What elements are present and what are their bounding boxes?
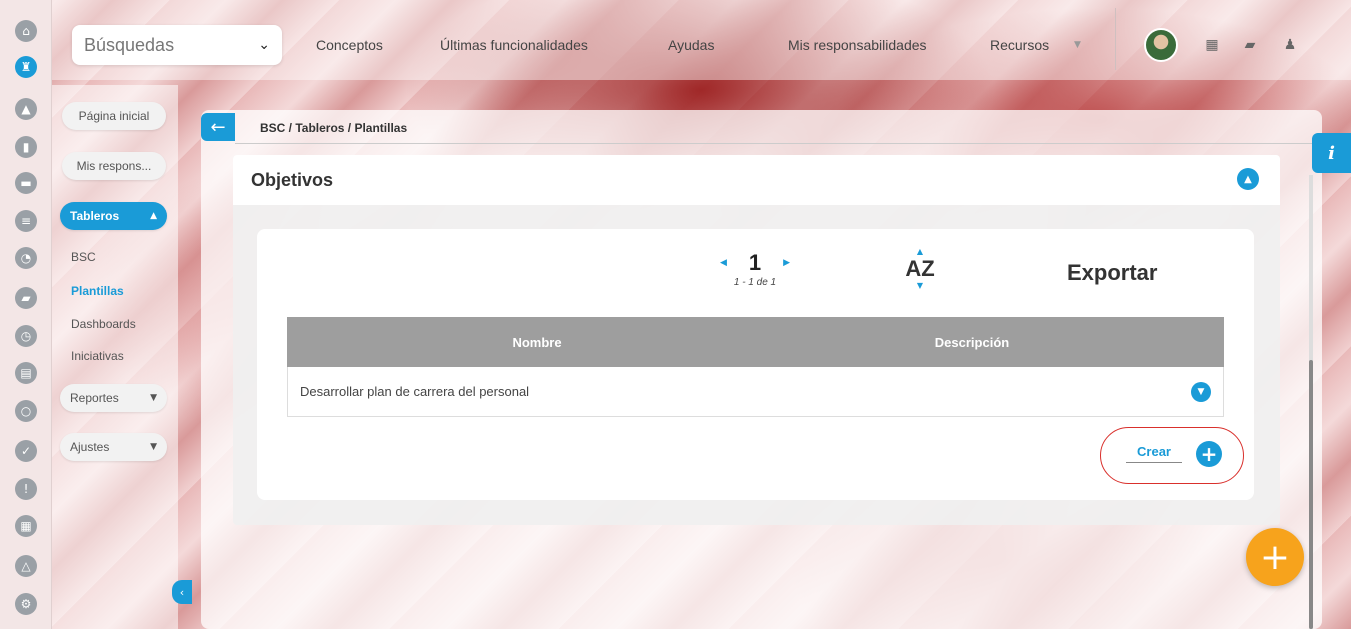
network-icon[interactable]: △ (15, 555, 37, 577)
sidebar-sub-bsc[interactable]: BSC (71, 250, 96, 264)
cycle-icon[interactable]: ○ (15, 400, 37, 422)
column-header-nombre[interactable]: Nombre (287, 335, 787, 350)
sort-label: AZ (905, 256, 935, 281)
back-button[interactable]: ← (201, 113, 235, 141)
next-page-icon[interactable]: ▶ (783, 258, 790, 268)
clock-icon[interactable]: ◷ (15, 325, 37, 347)
objetivos-table: Nombre Descripción Desarrollar plan de c… (287, 317, 1224, 417)
calendar-grid-icon[interactable]: ▦ (1204, 37, 1220, 53)
home-icon[interactable]: ⌂ (15, 20, 37, 42)
create-button[interactable]: Crear (1126, 444, 1182, 463)
caret-down-icon: ▼ (150, 393, 157, 403)
icon-rail: ⌂ ♜ ▲ ▮ ▬ ≡ ◔ ▰ ◷ ▤ ○ ✓ ! ▦ △ ⚙ (0, 0, 52, 629)
pie-chart-icon[interactable]: ◔ (15, 247, 37, 269)
expand-row-icon[interactable]: ▼ (1191, 381, 1211, 402)
sidebar-sub-dashboards[interactable]: Dashboards (71, 317, 136, 331)
divider (235, 143, 1320, 144)
calendar-icon[interactable]: ▦ (15, 515, 37, 537)
collapse-sidebar-button[interactable]: ‹ (172, 580, 192, 604)
sidebar-item-pagina-inicial[interactable]: Página inicial (62, 102, 166, 130)
column-header-descripcion[interactable]: Descripción (787, 335, 1157, 350)
sort-asc-icon[interactable]: ▲ (900, 248, 940, 256)
presentation-icon[interactable]: ▬ (15, 172, 37, 194)
pager: ◀ 1 ▶ 1 - 1 de 1 (705, 250, 805, 288)
document-icon[interactable]: ▤ (15, 362, 37, 384)
bar-chart-icon[interactable]: ▮ (15, 136, 37, 158)
sort-desc-icon[interactable]: ▼ (900, 282, 940, 290)
previous-page-icon[interactable]: ◀ (720, 258, 727, 268)
export-button[interactable]: Exportar (1067, 260, 1157, 286)
sidebar-item-label: Ajustes (70, 440, 110, 454)
section-header (233, 155, 1280, 205)
gear-icon[interactable]: ⚙ (15, 593, 37, 615)
sidebar-sub-plantillas[interactable]: Plantillas (71, 284, 124, 298)
table-header: Nombre Descripción (287, 317, 1224, 367)
nav-divider (1115, 8, 1116, 70)
nav-ultimas-funcionalidades[interactable]: Últimas funcionalidades (440, 37, 588, 53)
chevron-down-icon: ⌄ (258, 37, 270, 53)
caret-down-icon: ▼ (150, 442, 157, 452)
recursos-caret-icon[interactable]: ▼ (1074, 40, 1081, 50)
table-row[interactable]: Desarrollar plan de carrera del personal… (287, 367, 1224, 417)
sidebar-item-label: Reportes (70, 391, 119, 405)
info-button[interactable]: i (1312, 133, 1351, 173)
collapse-section-button[interactable]: ▲ (1237, 168, 1259, 190)
check-circle-icon[interactable]: ✓ (15, 440, 37, 462)
nav-ayudas[interactable]: Ayudas (668, 37, 714, 53)
sidebar-item-label: Tableros (70, 209, 120, 223)
sidebar-item-ajustes[interactable]: Ajustes ▼ (60, 433, 167, 461)
nav-conceptos[interactable]: Conceptos (316, 37, 383, 53)
alert-icon[interactable]: ! (15, 478, 37, 500)
menu-icon[interactable]: ≡ (15, 210, 37, 232)
nav-mis-responsabilidades[interactable]: Mis responsabilidades (788, 37, 927, 53)
breadcrumb: BSC / Tableros / Plantillas (260, 121, 408, 135)
floating-add-button[interactable]: + (1246, 528, 1304, 586)
row-nombre: Desarrollar plan de carrera del personal (300, 384, 530, 399)
triangle-up-icon[interactable]: ▲ (15, 98, 37, 120)
bell-icon[interactable]: ♟ (1282, 37, 1298, 53)
avatar[interactable] (1144, 28, 1178, 62)
sidebar-item-tableros[interactable]: Tableros ▲ (60, 202, 167, 230)
scrollbar-thumb[interactable] (1309, 360, 1313, 629)
caret-up-icon: ▲ (150, 211, 157, 221)
sidebar-item-reportes[interactable]: Reportes ▼ (60, 384, 167, 412)
search-label: Búsquedas (84, 34, 175, 55)
nav-recursos[interactable]: Recursos (990, 37, 1049, 53)
page-number: 1 (748, 250, 762, 275)
pager-info: 1 - 1 de 1 (733, 277, 777, 288)
sidebar-item-mis-responsabilidades[interactable]: Mis respons... (62, 152, 166, 180)
folder-icon[interactable]: ▰ (15, 287, 37, 309)
top-bar: Búsquedas ⌄ Conceptos Últimas funcionali… (52, 0, 1351, 80)
castle-icon[interactable]: ♜ (15, 56, 37, 78)
section-title: Objetivos (251, 170, 334, 190)
add-icon[interactable]: + (1196, 441, 1222, 467)
sidebar-sub-iniciativas[interactable]: Iniciativas (71, 349, 124, 363)
sort-button[interactable]: ▲ AZ ▼ (900, 248, 940, 290)
folder-icon[interactable]: ▰ (1242, 37, 1258, 53)
search-dropdown[interactable]: Búsquedas ⌄ (72, 25, 282, 65)
